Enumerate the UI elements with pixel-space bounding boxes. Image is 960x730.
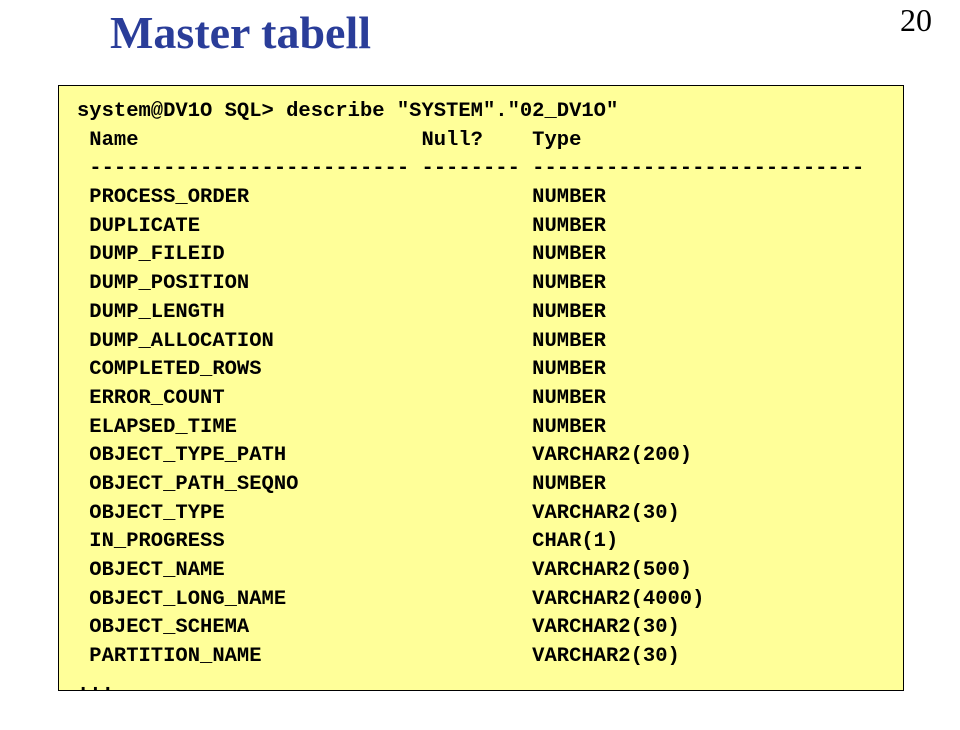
code-content: system@DV1O SQL> describe "SYSTEM"."02_D… [77,98,885,700]
slide-title: Master tabell [110,6,371,59]
page-number: 20 [900,2,932,39]
code-block: system@DV1O SQL> describe "SYSTEM"."02_D… [58,85,904,691]
